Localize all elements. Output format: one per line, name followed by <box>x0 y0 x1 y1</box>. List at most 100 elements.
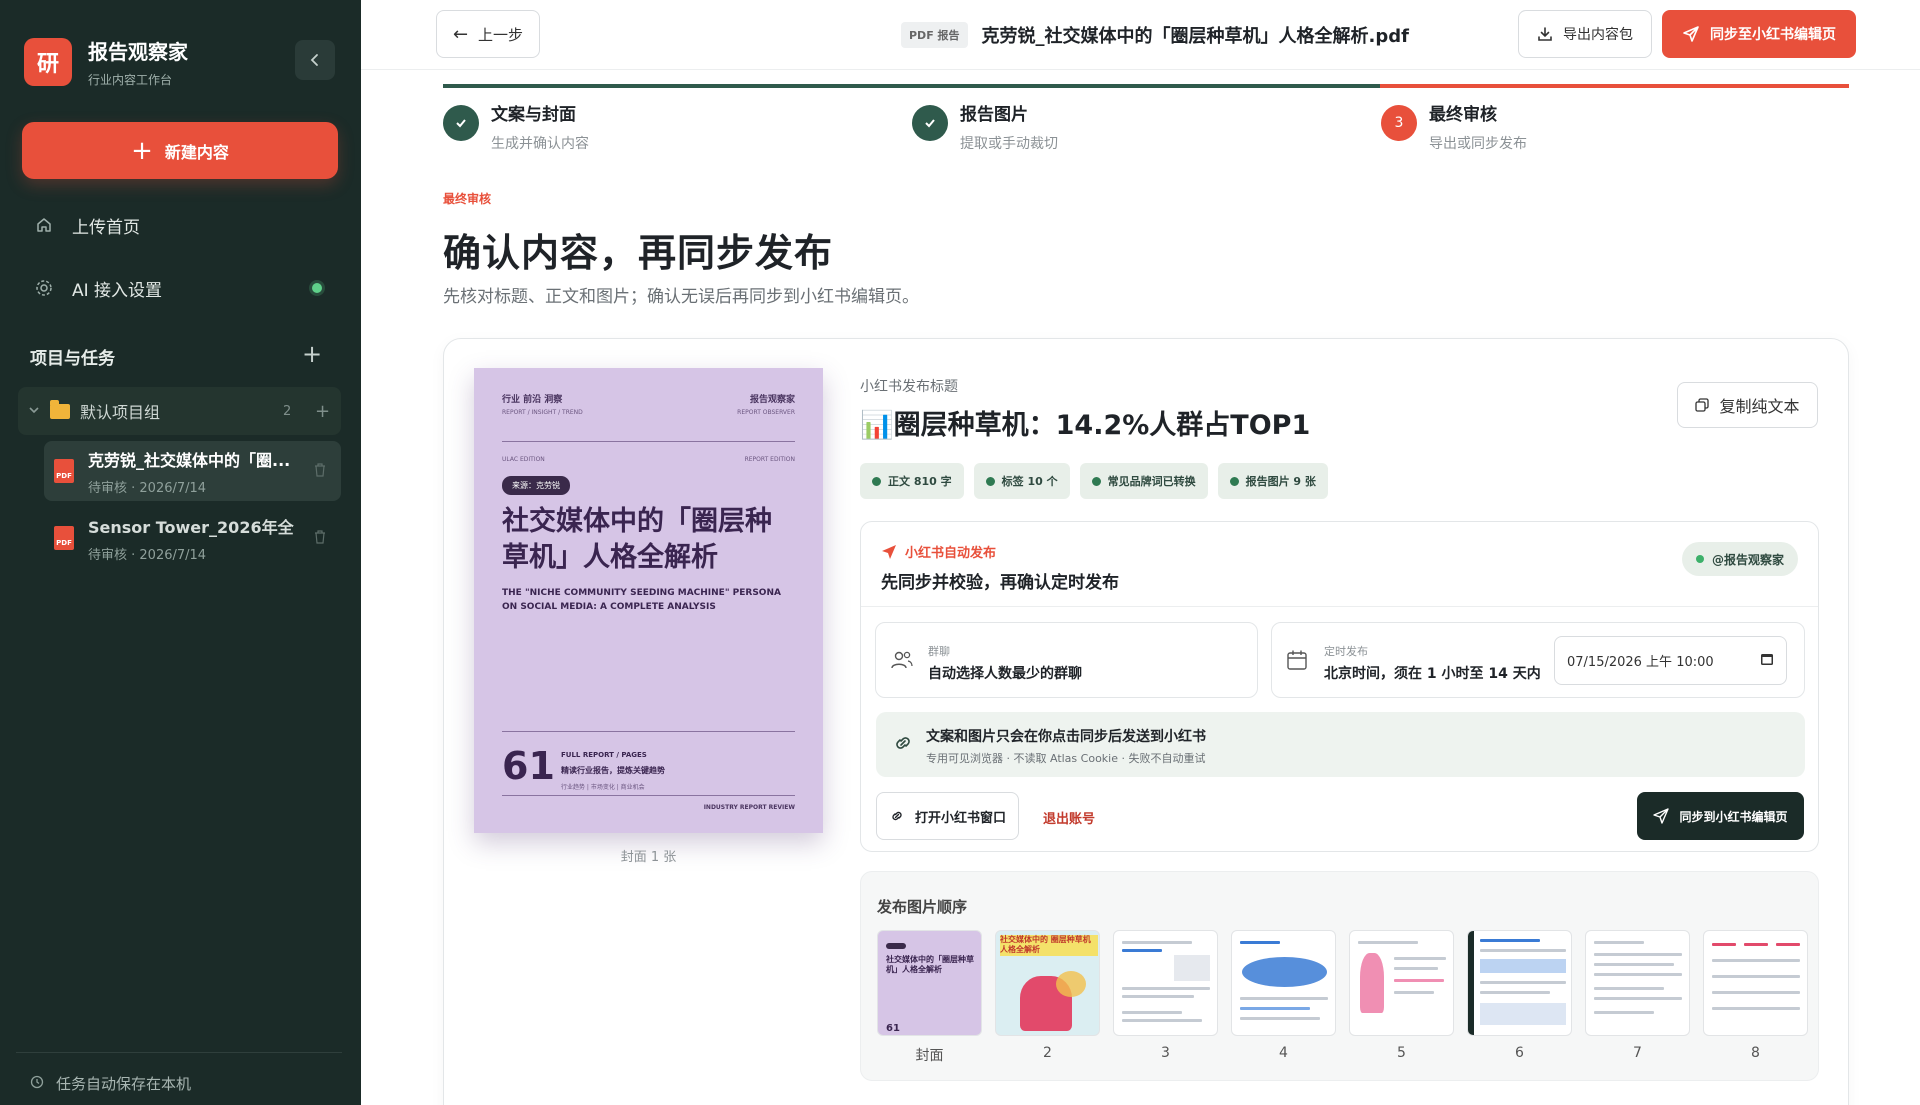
image-thumb-7[interactable] <box>1585 930 1690 1036</box>
new-content-button[interactable]: + 新建内容 <box>22 122 338 179</box>
cover-edition-right: REPORT EDITION <box>744 456 795 463</box>
add-project-button[interactable]: + <box>302 342 322 366</box>
nav-item-ai-settings[interactable]: AI 接入设置 <box>22 264 338 312</box>
image-thumb-label: 6 <box>1515 1045 1524 1061</box>
image-thumb-6[interactable] <box>1467 930 1572 1036</box>
stat-tag: 正文 810 字 <box>860 463 964 499</box>
check-icon <box>912 105 948 141</box>
image-thumb-4[interactable] <box>1231 930 1336 1036</box>
trash-icon[interactable] <box>314 463 326 481</box>
task-meta: 待审核 · 2026/7/14 <box>88 547 207 563</box>
image-thumb-label: 2 <box>1043 1045 1052 1061</box>
copy-plain-text-button[interactable]: 复制纯文本 <box>1677 382 1818 428</box>
image-thumb-2[interactable]: 社交媒体中的 圈层种草机 人格全解析 <box>995 930 1100 1036</box>
download-icon <box>1537 26 1553 42</box>
document-title: PDF 报告 克劳锐_社交媒体中的「圈层种草机」人格全解析.pdf <box>901 22 1409 48</box>
cover-brand: 报告观察家 <box>749 395 795 405</box>
step-title: 报告图片 <box>960 105 1028 125</box>
arrow-left-icon: ← <box>452 23 469 45</box>
image-thumb-5[interactable] <box>1349 930 1454 1036</box>
autosave-note: 任务自动保存在本机 <box>30 1073 191 1094</box>
file-type-badge: PDF 报告 <box>901 22 968 48</box>
brand: 研 报告观察家 行业内容工作台 <box>24 36 188 88</box>
export-package-button[interactable]: 导出内容包 <box>1518 10 1652 58</box>
file-name: 克劳锐_社交媒体中的「圈层种草机」人格全解析.pdf <box>981 26 1409 47</box>
task-item[interactable]: PDF 克劳锐_社交媒体中的「圈... 待审核 · 2026/7/14 <box>44 441 341 501</box>
pdf-file-icon: PDF <box>54 526 74 550</box>
schedule-label: 定时发布 <box>1324 645 1368 658</box>
trash-icon[interactable] <box>314 530 326 548</box>
step-number: 3 <box>1381 105 1417 141</box>
cover-footer: INDUSTRY REPORT REVIEW <box>703 804 795 811</box>
step-progress-bar <box>443 84 1849 88</box>
project-group-default[interactable]: 默认项目组 2 + <box>18 387 341 435</box>
cover-source-pill: 来源：克劳锐 <box>502 476 570 495</box>
group-count: 2 <box>283 403 292 419</box>
step-subtitle: 导出或同步发布 <box>1429 136 1527 152</box>
copy-icon <box>1695 398 1710 412</box>
new-content-label: 新建内容 <box>164 142 229 162</box>
open-xhs-window-button[interactable]: 打开小红书窗口 <box>876 792 1019 840</box>
datetime-value: 07/15/2026 上午 10:00 <box>1567 655 1714 670</box>
stat-tag: 标签 10 个 <box>973 463 1070 499</box>
cover-brand-en: REPORT OBSERVER <box>737 409 795 416</box>
cover-title-en: THE "NICHE COMMUNITY SEEDING MACHINE" PE… <box>502 588 781 612</box>
brand-logo: 研 <box>24 38 72 86</box>
calendar-icon <box>1286 649 1308 675</box>
cover-pages-label: FULL REPORT / PAGES <box>561 751 647 759</box>
image-order-panel: 发布图片顺序 社交媒体中的「圈层种草机」人格全解析 61 封面 社交媒体中的 圈… <box>860 871 1819 1081</box>
sidebar: 研 报告观察家 行业内容工作台 + 新建内容 上传首页 AI 接入设置 项目与任… <box>0 0 361 1105</box>
nav-item-upload-home[interactable]: 上传首页 <box>22 201 338 249</box>
cover-preview[interactable]: 行业 前沿 洞察 REPORT / INSIGHT / TREND 报告观察家 … <box>474 368 823 833</box>
back-label: 上一步 <box>478 25 524 44</box>
collapse-sidebar-button[interactable] <box>295 40 335 80</box>
check-icon <box>443 105 479 141</box>
publish-datetime-input[interactable]: 07/15/2026 上午 10:00 <box>1554 636 1787 685</box>
step-copy-cover[interactable]: 文案与封面 生成并确认内容 <box>443 100 589 153</box>
group-chat-field[interactable]: 群聊 自动选择人数最少的群聊 <box>875 622 1258 698</box>
brand-name: 报告观察家 <box>88 40 188 64</box>
nav-label: AI 接入设置 <box>72 280 163 301</box>
task-meta: 待审核 · 2026/7/14 <box>88 480 207 496</box>
image-thumb-label: 8 <box>1751 1045 1760 1061</box>
image-thumb-3[interactable] <box>1113 930 1218 1036</box>
publish-title[interactable]: 📊圈层种草机：14.2%人群占TOP1 <box>860 403 1310 442</box>
settings-icon <box>34 278 54 298</box>
cover-title: 社交媒体中的「圈层种草机」人格全解析 <box>502 506 772 574</box>
notice-subtitle: 专用可见浏览器 · 不读取 Atlas Cookie · 失败不自动重试 <box>926 752 1206 765</box>
task-item[interactable]: PDF Sensor Tower_2026年全... 待审核 · 2026/7/… <box>44 508 341 568</box>
step-title: 最终审核 <box>1429 105 1497 125</box>
task-title: 克劳锐_社交媒体中的「圈... <box>88 450 291 470</box>
copy-label: 复制纯文本 <box>1719 397 1800 416</box>
calendar-picker-icon[interactable] <box>1760 652 1774 670</box>
image-order-title: 发布图片顺序 <box>877 898 968 916</box>
step-final-review[interactable]: 3 最终审核 导出或同步发布 <box>1381 100 1527 153</box>
step-report-images[interactable]: 报告图片 提取或手动裁切 <box>912 100 1058 153</box>
page-description: 先核对标题、正文和图片；确认无误后再同步到小红书编辑页。 <box>443 287 919 307</box>
back-button[interactable]: ← 上一步 <box>436 10 540 58</box>
top-bar: ← 上一步 PDF 报告 克劳锐_社交媒体中的「圈层种草机」人格全解析.pdf … <box>361 0 1920 70</box>
image-thumb-label: 4 <box>1279 1045 1288 1061</box>
group-name: 默认项目组 <box>80 403 161 422</box>
send-icon <box>881 544 897 560</box>
chevron-down-icon <box>28 404 40 419</box>
pdf-file-icon: PDF <box>54 459 74 483</box>
group-chat-value: 自动选择人数最少的群聊 <box>928 666 1082 682</box>
chevron-left-icon <box>310 54 318 66</box>
check-dot-icon <box>872 476 881 486</box>
nav-label: 上传首页 <box>72 217 140 238</box>
add-task-button[interactable]: + <box>315 401 330 422</box>
image-thumb-8[interactable] <box>1703 930 1808 1036</box>
sync-to-editor-button[interactable]: 同步到小红书编辑页 <box>1637 792 1804 840</box>
users-icon <box>890 649 914 675</box>
cover-caption: 封面 1 张 <box>620 850 677 865</box>
sync-to-xhs-button[interactable]: 同步至小红书编辑页 <box>1662 10 1856 58</box>
logout-link[interactable]: 退出账号 <box>1043 808 1095 827</box>
image-thumb-cover[interactable]: 社交媒体中的「圈层种草机」人格全解析 61 <box>877 930 982 1036</box>
export-label: 导出内容包 <box>1563 27 1633 43</box>
projects-section-title: 项目与任务 <box>30 349 115 369</box>
step-subtitle: 提取或手动裁切 <box>960 136 1058 152</box>
account-badge: @报告观察家 <box>1681 542 1798 576</box>
auto-publish-panel: 小红书自动发布 先同步并校验，再确认定时发布 @报告观察家 群聊 自动选择人数最… <box>860 521 1819 852</box>
image-thumb-label: 5 <box>1397 1045 1406 1061</box>
